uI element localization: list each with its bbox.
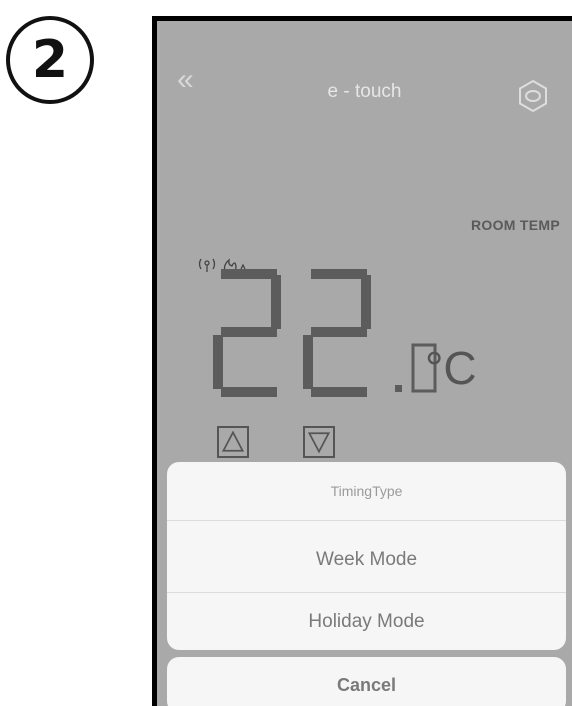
digit-2-first bbox=[213, 269, 281, 397]
temp-down-button[interactable] bbox=[303, 426, 335, 458]
hexagon-settings-icon[interactable] bbox=[516, 79, 550, 113]
decimal-point bbox=[395, 385, 402, 392]
week-mode-option[interactable]: Week Mode bbox=[167, 528, 566, 593]
holiday-mode-option[interactable]: Holiday Mode bbox=[167, 590, 566, 650]
temp-up-button[interactable] bbox=[217, 426, 249, 458]
triangle-down-icon bbox=[307, 432, 331, 454]
digit-2-second bbox=[303, 269, 371, 397]
room-temp-label: ROOM TEMP bbox=[470, 217, 560, 233]
phone-screen: « e - touch ROOM TEMP °C TimingType Week… bbox=[152, 16, 572, 706]
temperature-display bbox=[209, 269, 529, 399]
step-number: 2 bbox=[31, 30, 69, 90]
seven-segment-digits bbox=[213, 269, 437, 397]
app-screen: « e - touch ROOM TEMP °C TimingType Week… bbox=[157, 21, 572, 706]
timing-type-action-sheet: TimingType Week Mode Holiday Mode bbox=[167, 462, 566, 650]
step-number-badge: 2 bbox=[6, 16, 94, 104]
top-bar: « e - touch bbox=[157, 21, 572, 121]
cancel-button[interactable]: Cancel bbox=[167, 657, 566, 706]
app-title: e - touch bbox=[327, 81, 402, 102]
action-sheet-title: TimingType bbox=[167, 462, 566, 521]
temperature-unit: °C bbox=[425, 342, 477, 394]
triangle-up-icon bbox=[221, 430, 245, 452]
